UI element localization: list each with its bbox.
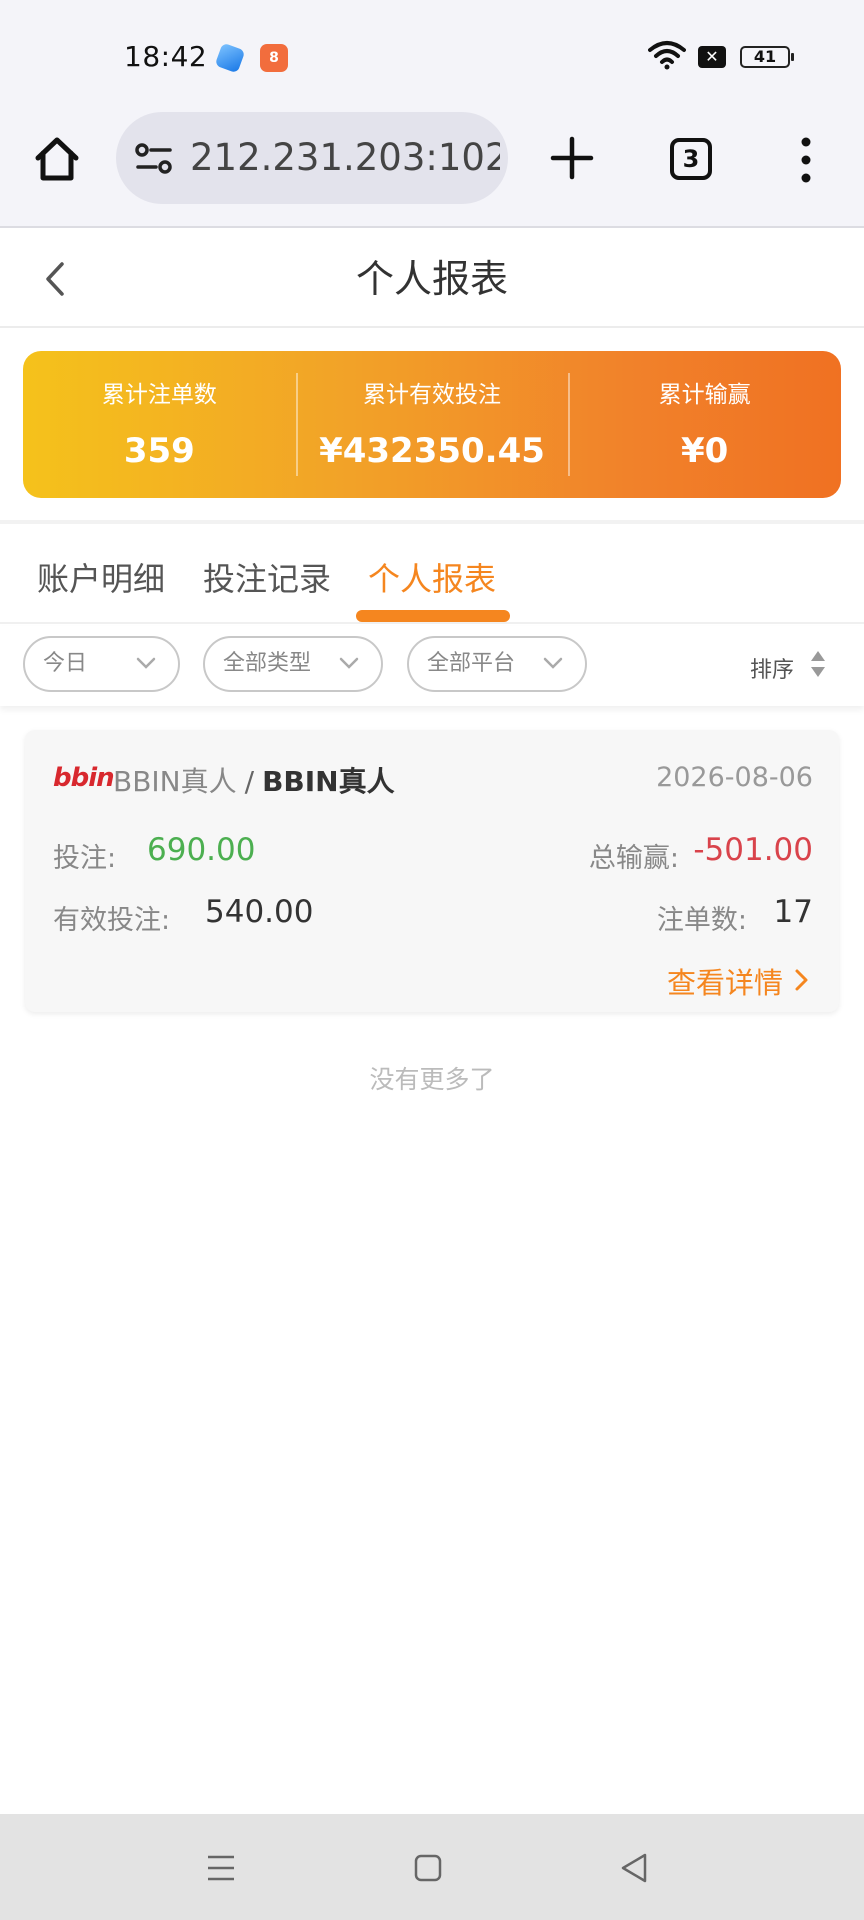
recents-icon[interactable] <box>206 1854 236 1882</box>
summary-label: 累计输赢 <box>658 382 751 408</box>
battery-icon: 41 <box>740 46 794 68</box>
date-filter-label: 今日 <box>43 651 88 676</box>
date-filter-dropdown[interactable]: 今日 <box>23 636 180 692</box>
plus-icon[interactable] <box>550 136 594 180</box>
bet-count-value: 17 <box>773 894 813 930</box>
video-app-icon: 8 <box>260 44 288 72</box>
url-text[interactable]: 212.231.203:10203 <box>190 136 500 180</box>
summary-total-bets: 累计注单数 359 <box>23 351 296 498</box>
no-sim-icon: ✕ <box>698 46 726 68</box>
bbin-logo: bbin <box>53 763 115 793</box>
platform-filter-label: 全部平台 <box>427 651 516 676</box>
type-filter-dropdown[interactable]: 全部类型 <box>203 636 383 692</box>
summary-winloss: 累计输赢 ¥0 <box>568 351 841 498</box>
tab-bet-records[interactable]: 投注记录 <box>203 554 331 600</box>
card-title: BBIN真人 / BBIN真人 <box>113 760 395 800</box>
browser-chrome: 18:42 8 ✕ 41 212.231.203:10203 3 <box>0 0 864 228</box>
wifi-icon <box>648 41 686 70</box>
winloss-label: 总输赢: <box>588 843 679 874</box>
address-bar[interactable]: 212.231.203:10203 <box>116 112 508 204</box>
record-date: 2026-08-06 <box>656 762 813 793</box>
bet-label: 投注: <box>53 843 117 874</box>
summary-valid-bet: 累计有效投注 ¥432350.45 <box>295 351 569 498</box>
winloss-value: -501.00 <box>693 832 813 868</box>
valid-bet-value: 540.00 <box>205 894 314 930</box>
summary-value: 359 <box>123 431 195 471</box>
no-more-text: 没有更多了 <box>369 1065 495 1094</box>
title-separator: / <box>244 765 255 798</box>
chevron-left-icon[interactable] <box>40 258 70 300</box>
view-details-link[interactable]: 查看详情 <box>667 960 783 1002</box>
more-vert-icon[interactable] <box>796 136 816 184</box>
bet-count-label: 注单数: <box>656 905 747 936</box>
report-card: bbin BBIN真人 / BBIN真人 2026-08-06 投注: 690.00… <box>25 730 839 1012</box>
type-filter-label: 全部类型 <box>223 651 312 676</box>
home-icon[interactable] <box>32 134 82 184</box>
site-settings-icon[interactable] <box>134 142 174 176</box>
summary-label: 累计注单数 <box>101 382 217 408</box>
chevron-down-icon <box>339 657 359 669</box>
tab-account-details[interactable]: 账户明细 <box>37 554 165 600</box>
system-nav-bar <box>0 1814 864 1920</box>
status-time: 18:42 <box>124 40 208 73</box>
sort-button[interactable]: 排序 <box>750 652 794 684</box>
summary-value: ¥432350.45 <box>319 431 545 471</box>
chevron-down-icon <box>136 657 156 669</box>
tabs-icon[interactable]: 3 <box>670 138 712 180</box>
summary-label: 累计有效投注 <box>363 382 501 408</box>
summary-card: 累计注单数 359 累计有效投注 ¥432350.45 累计输赢 ¥0 <box>23 351 841 498</box>
home-square-icon[interactable] <box>414 1854 442 1882</box>
page-title: 个人报表 <box>355 257 508 301</box>
valid-bet-label: 有效投注: <box>53 905 171 936</box>
chevron-right-icon[interactable] <box>793 968 809 992</box>
filter-bar: 今日 全部类型 全部平台 排序 <box>0 626 864 706</box>
divider <box>0 520 864 524</box>
platform-filter-dropdown[interactable]: 全部平台 <box>407 636 587 692</box>
summary-value: ¥0 <box>681 431 729 471</box>
active-tab-indicator <box>356 610 510 622</box>
back-triangle-icon[interactable] <box>620 1852 648 1884</box>
chevron-down-icon <box>543 657 563 669</box>
browser-app-icon <box>214 42 246 74</box>
bet-value: 690.00 <box>147 832 256 868</box>
game-name: BBIN真人 <box>262 765 395 798</box>
platform-name: BBIN真人 <box>113 765 237 798</box>
tab-personal-report[interactable]: 个人报表 <box>368 554 496 600</box>
sort-icon[interactable] <box>808 648 828 680</box>
tab-bar: 账户明细 投注记录 个人报表 <box>0 528 864 624</box>
page-header: 个人报表 <box>0 230 864 328</box>
